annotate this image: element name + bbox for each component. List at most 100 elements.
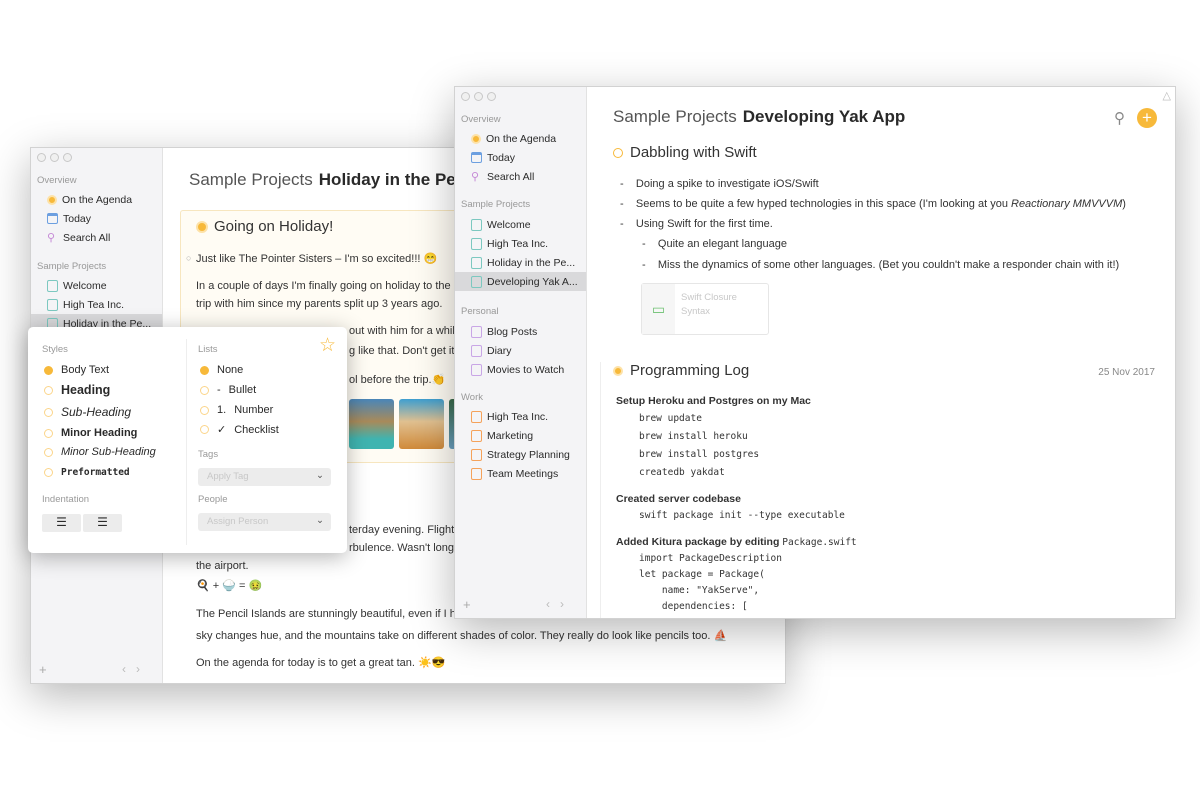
list-none[interactable]: None <box>200 364 243 376</box>
style-minor-heading[interactable]: Minor Heading <box>44 427 137 439</box>
label: Body Text <box>61 364 110 376</box>
sidebar-item-blog-posts[interactable]: Blog Posts <box>455 322 586 341</box>
window-controls[interactable] <box>461 92 496 101</box>
sidebar-item-agenda[interactable]: On the Agenda <box>31 190 162 209</box>
main-content: △ Sample Projects Developing Yak App ⚲ + … <box>588 87 1175 618</box>
sidebar-item-yak-app[interactable]: Developing Yak A... <box>455 272 586 291</box>
sidebar-item-welcome[interactable]: Welcome <box>455 215 586 234</box>
sidebar-item-holiday[interactable]: Holiday in the Pe... <box>455 253 586 272</box>
warning-icon[interactable]: △ <box>1163 89 1171 102</box>
style-sub-heading[interactable]: Sub-Heading <box>44 405 131 419</box>
note-icon <box>613 365 623 376</box>
notebook-icon <box>471 344 482 357</box>
label: Blog Posts <box>487 325 538 338</box>
outdent-button[interactable]: ☰ <box>42 514 81 532</box>
sidebar-item-movies[interactable]: Movies to Watch <box>455 360 586 379</box>
code-line: let package = Package( <box>639 569 765 580</box>
sidebar-item-diary[interactable]: Diary <box>455 341 586 360</box>
photo-thumbnail[interactable] <box>349 399 394 449</box>
sidebar-item-today[interactable]: Today <box>31 209 162 228</box>
nav-arrows[interactable]: ‹› <box>546 597 574 611</box>
radio-icon <box>44 365 53 375</box>
heading-text: Going on Holiday! <box>214 218 334 235</box>
label: Team Meetings <box>487 467 559 480</box>
indent-button[interactable]: ☰ <box>83 514 122 532</box>
bullet-text: Seems to be quite a few hyped technologi… <box>635 198 1011 210</box>
marker: - <box>217 384 221 396</box>
sidebar-item-high-tea[interactable]: High Tea Inc. <box>31 295 162 314</box>
apply-tag-select[interactable]: Apply Tag ⌄ <box>198 468 331 486</box>
page-title: Sample Projects Developing Yak App <box>613 107 905 127</box>
sidebar-item-agenda[interactable]: On the Agenda <box>455 129 586 148</box>
divider <box>600 362 601 618</box>
body-line: sky changes hue, and the mountains take … <box>196 630 728 642</box>
label: Bullet <box>228 384 257 396</box>
attachment-card[interactable]: ▭ Swift Closure Syntax <box>641 283 769 335</box>
list-number[interactable]: 1. Number <box>200 404 273 416</box>
notebook-icon <box>47 298 58 311</box>
radio-icon <box>44 447 53 457</box>
marker: 1. <box>217 404 227 416</box>
code-line: swift package init --type executable <box>639 510 845 521</box>
label: Today <box>63 212 92 225</box>
nav-arrows[interactable]: ‹› <box>122 662 150 676</box>
style-body-text[interactable]: Body Text <box>44 364 109 376</box>
label: Sub-Heading <box>61 405 132 419</box>
add-icon[interactable]: + <box>463 597 471 612</box>
sidebar-item-welcome[interactable]: Welcome <box>31 276 162 295</box>
card-line: In a couple of days I'm finally going on… <box>196 280 462 292</box>
sidebar-item-work-high-tea[interactable]: High Tea Inc. <box>455 407 586 426</box>
agenda-icon <box>471 133 481 144</box>
sidebar-item-team-meetings[interactable]: Team Meetings <box>455 464 586 483</box>
section-overview: Overview <box>37 175 77 186</box>
people-label: People <box>198 494 228 505</box>
search-icon: ⚲ <box>471 171 480 183</box>
style-minor-sub-heading[interactable]: Minor Sub-Heading <box>44 446 156 458</box>
label: Diary <box>487 344 512 357</box>
style-preformatted[interactable]: Preformatted <box>44 467 130 478</box>
sidebar-item-today[interactable]: Today <box>455 148 586 167</box>
star-icon[interactable]: ☆ <box>319 334 336 357</box>
note-icon <box>196 220 208 233</box>
placeholder: Assign Person <box>207 516 269 527</box>
style-heading[interactable]: Heading <box>44 383 110 397</box>
sidebar-item-search[interactable]: ⚲ Search All <box>31 228 162 247</box>
code-line: dependencies: [ <box>639 601 748 612</box>
window-controls[interactable] <box>37 153 72 162</box>
radio-icon <box>200 425 209 434</box>
label: Marketing <box>487 429 534 442</box>
label: Welcome <box>63 279 107 292</box>
marker: ✓ <box>217 424 227 436</box>
indentation-label: Indentation <box>42 494 90 505</box>
label: Holiday in the Pe... <box>487 256 576 269</box>
list-bullet[interactable]: - Bullet <box>200 384 256 396</box>
label: High Tea Inc. <box>487 237 549 250</box>
checkbox-icon[interactable]: ○ <box>186 253 191 263</box>
label: Checklist <box>234 423 279 436</box>
list-checklist[interactable]: ✓ Checklist <box>200 423 279 436</box>
notebook-icon <box>471 256 482 269</box>
add-icon[interactable]: + <box>39 662 47 677</box>
divider <box>186 339 187 545</box>
search-icon[interactable]: ⚲ <box>1114 109 1125 127</box>
bullet-text: ) <box>1122 198 1126 210</box>
sidebar-item-search[interactable]: ⚲ Search All <box>455 167 586 186</box>
section-work: Work <box>461 392 483 403</box>
sidebar-item-strategy[interactable]: Strategy Planning <box>455 445 586 464</box>
bullet-text: Using Swift for the first time. <box>635 218 773 230</box>
add-button[interactable]: + <box>1137 108 1157 128</box>
sidebar-item-high-tea[interactable]: High Tea Inc. <box>455 234 586 253</box>
code-line: brew install postgres <box>639 449 760 460</box>
body-line: On the agenda for today is to get a grea… <box>196 657 446 669</box>
presentation-icon: ▭ <box>642 284 675 334</box>
sidebar-item-marketing[interactable]: Marketing <box>455 426 586 445</box>
section-heading: Programming Log <box>613 362 749 379</box>
bullet-emphasis: Reactionary MMVVVM <box>1011 198 1123 210</box>
sub-bullet: - Miss the dynamics of some other langua… <box>642 259 1120 271</box>
assign-person-select[interactable]: Assign Person ⌄ <box>198 513 331 531</box>
code-line: brew update <box>639 413 702 424</box>
log-heading: Added Kitura package by editing Package.… <box>616 536 857 548</box>
label: Welcome <box>487 218 531 231</box>
photo-thumbnail[interactable] <box>399 399 444 449</box>
body-line: terday evening. Flight <box>349 524 455 536</box>
